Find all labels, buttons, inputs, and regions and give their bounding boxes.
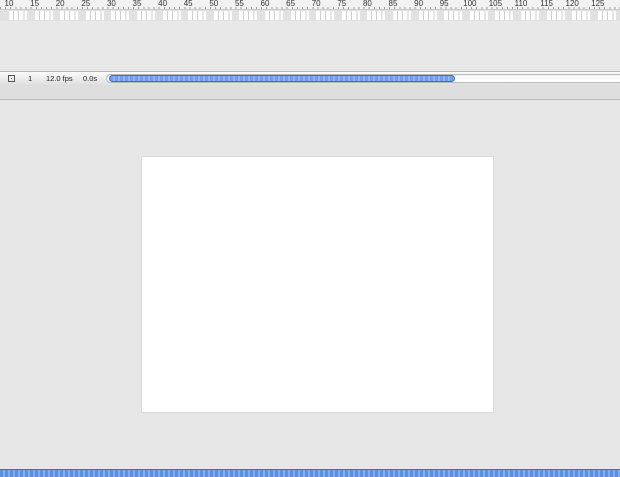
frame-cell-group[interactable]: [290, 11, 309, 20]
ruler-label: 15: [30, 0, 40, 8]
ruler-label: 115: [540, 0, 553, 8]
frame-cell-group[interactable]: [137, 11, 155, 20]
frame-cell-group[interactable]: [597, 11, 616, 20]
current-frame: 1: [28, 74, 33, 83]
ruler-label: 90: [414, 0, 424, 8]
frame-cell-group[interactable]: [546, 11, 565, 20]
ruler-label: 55: [234, 0, 244, 8]
ruler-label: 75: [337, 0, 347, 8]
frame-cell-group[interactable]: [9, 11, 27, 20]
ruler-label: 110: [514, 0, 528, 8]
frame-cell-group[interactable]: [60, 11, 79, 20]
ruler-label: 35: [132, 0, 142, 8]
frame-cell-group[interactable]: [444, 11, 463, 20]
stage-canvas[interactable]: [142, 157, 493, 412]
frame-cell-group[interactable]: [572, 11, 591, 20]
frame-cell-group[interactable]: [521, 11, 539, 20]
frame-cell-group[interactable]: [418, 11, 437, 20]
ruler-label: 30: [106, 0, 116, 8]
frame-row[interactable]: [0, 10, 620, 21]
ruler-label: 10: [4, 0, 14, 8]
frame-cell-group[interactable]: [213, 11, 232, 20]
frame-cell-group[interactable]: [239, 11, 258, 20]
ruler-label: 60: [260, 0, 270, 8]
ruler-label: 25: [81, 0, 91, 8]
frame-cell-group[interactable]: [162, 11, 181, 20]
timeline-layers-area[interactable]: [0, 21, 620, 71]
timeline-ruler[interactable]: 10 15 20 25 30 35 40 45 50 55 60 65 70 75 80 85 90 95 100 1…: [0, 0, 620, 10]
frame-cell-group[interactable]: [85, 11, 104, 20]
timeline-status-bar: 1 12.0 fps 0.0s: [0, 71, 620, 87]
ruler-label: 20: [55, 0, 65, 8]
ruler-label: 70: [311, 0, 321, 8]
frame-cell-group[interactable]: [265, 11, 283, 20]
ruler-label: 40: [158, 0, 168, 8]
frame-cell-group[interactable]: [469, 11, 488, 20]
ruler-label: 125: [591, 0, 605, 8]
frame-cell-group[interactable]: [341, 11, 360, 20]
elapsed-time: 0.0s: [83, 74, 98, 83]
frame-cell-group[interactable]: [495, 11, 514, 20]
ruler-label: 105: [488, 0, 503, 8]
frame-cell-group[interactable]: [367, 11, 386, 20]
timeline-horizontal-scrollbar[interactable]: [106, 74, 620, 83]
ruler-label: 100: [463, 0, 477, 8]
frame-cell-group[interactable]: [393, 11, 411, 20]
frame-cell-group[interactable]: [111, 11, 130, 20]
scrollbar-thumb[interactable]: [109, 75, 455, 82]
ruler-label: 120: [565, 0, 579, 8]
frame-cell-group[interactable]: [34, 11, 53, 20]
ruler-label: 95: [439, 0, 449, 8]
center-frame-icon[interactable]: [8, 75, 15, 82]
frame-cell-group[interactable]: [188, 11, 207, 20]
stage-area[interactable]: [0, 100, 620, 468]
ruler-label: 45: [183, 0, 193, 8]
ruler-label: 80: [362, 0, 372, 8]
frame-rate[interactable]: 12.0 fps: [46, 74, 73, 84]
ruler-label: 50: [209, 0, 219, 8]
edit-bar: [0, 86, 620, 100]
frame-cell-group[interactable]: [316, 11, 335, 20]
ruler-label: 65: [286, 0, 296, 8]
ruler-label: 85: [388, 0, 398, 8]
